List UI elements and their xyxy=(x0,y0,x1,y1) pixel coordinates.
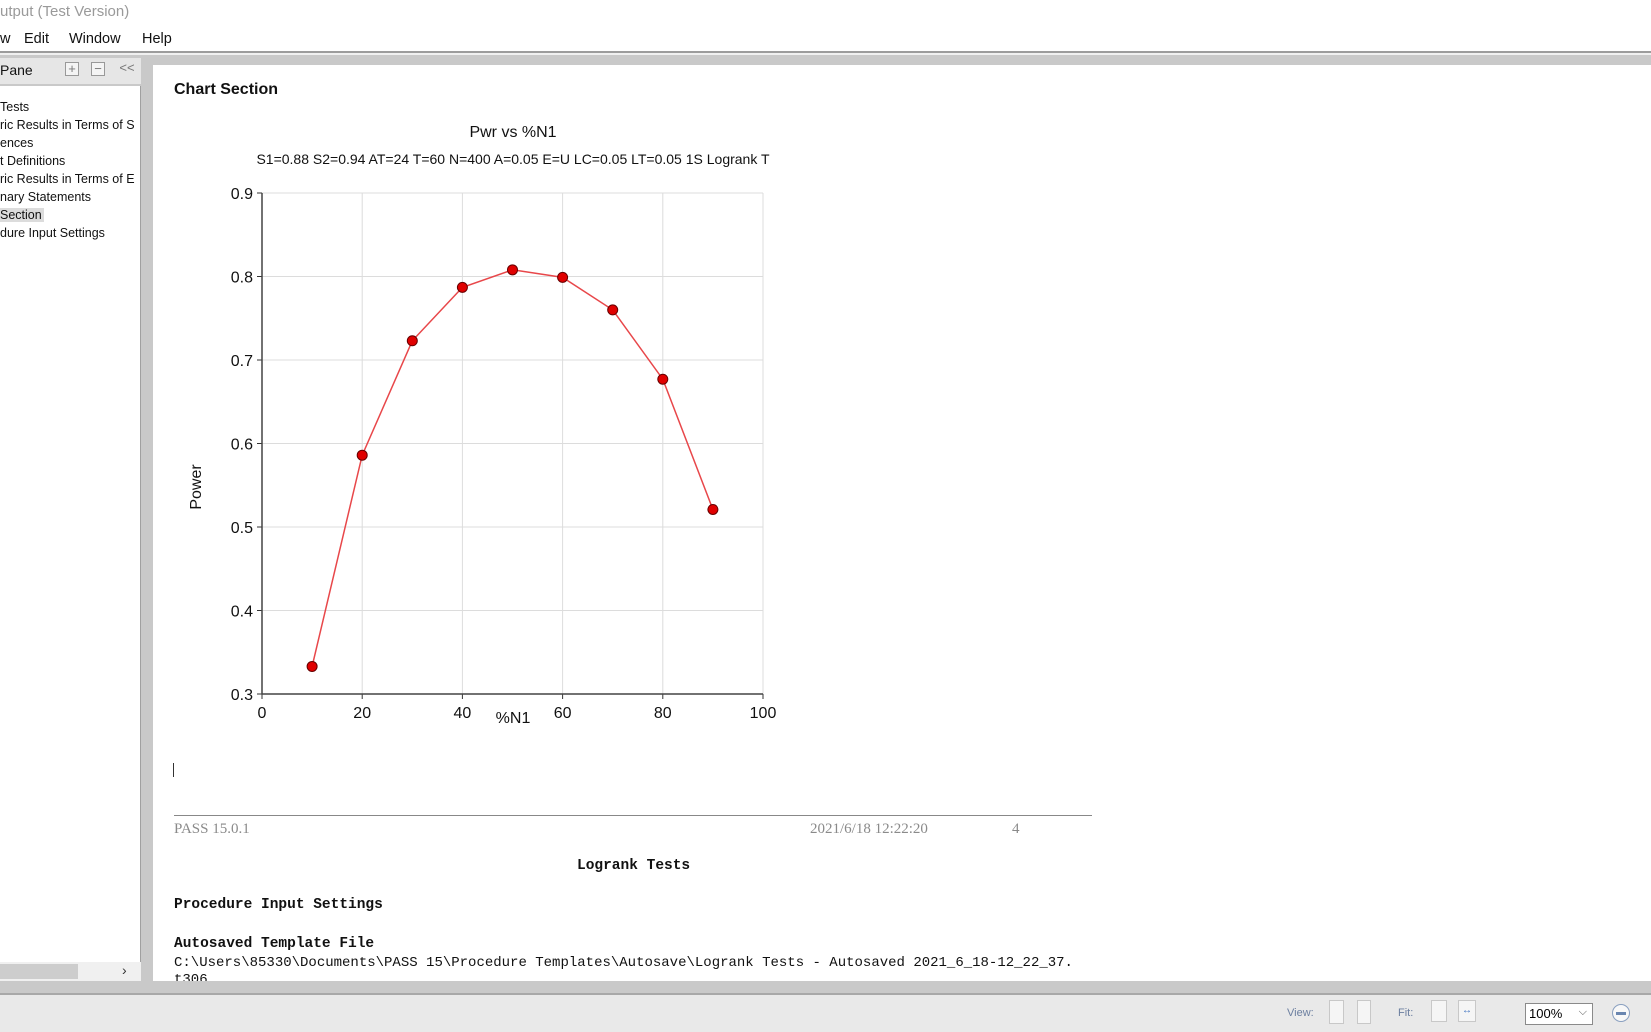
menu-bar: w Edit Window Help xyxy=(0,27,1651,53)
menu-view[interactable]: w xyxy=(0,31,10,47)
tree-item[interactable]: dure Input Settings xyxy=(0,226,105,240)
data-point xyxy=(507,264,518,276)
x-tick-label: 40 xyxy=(454,705,472,722)
chevron-down-icon: ⌵ xyxy=(1578,1006,1587,1018)
menu-edit[interactable]: Edit xyxy=(24,31,49,47)
page-footer-rule xyxy=(174,815,1092,816)
report-title: Logrank Tests xyxy=(577,858,691,874)
section-title: Chart Section xyxy=(174,81,279,98)
scroll-right-icon[interactable]: › xyxy=(122,962,127,978)
expand-all-icon[interactable]: + xyxy=(65,62,79,76)
menu-window[interactable]: Window xyxy=(69,31,121,47)
hide-pane-icon[interactable]: << xyxy=(116,61,138,76)
menu-help[interactable]: Help xyxy=(142,31,172,47)
data-point xyxy=(707,503,719,515)
text-cursor xyxy=(173,763,174,777)
data-point xyxy=(406,335,418,347)
collapse-all-icon[interactable]: − xyxy=(91,62,105,76)
autosave-path: C:\Users\85330\Documents\PASS 15\Procedu… xyxy=(174,955,1073,971)
pane-horizontal-scrollbar[interactable]: › xyxy=(0,962,141,981)
view-stacked-icon[interactable] xyxy=(1329,1000,1344,1024)
x-tick-label: 0 xyxy=(258,705,267,722)
tree-item[interactable]: ric Results in Terms of E xyxy=(0,172,135,186)
y-tick-label: 0.4 xyxy=(231,604,253,621)
status-bar: View: Fit: ↔ 100% ⌵ xyxy=(0,993,1651,1032)
window-title: utput (Test Version) xyxy=(0,3,130,20)
title-bar: utput (Test Version) xyxy=(0,0,1651,27)
pane-title: Pane xyxy=(0,62,33,78)
y-tick-label: 0.8 xyxy=(231,270,253,287)
footer-date: 2021/6/18 12:22:20 xyxy=(810,821,928,837)
document-view: Chart Section Pwr vs %N1 S1=0.88 S2=0.94… xyxy=(153,65,1651,981)
tree-item[interactable]: ric Results in Terms of S xyxy=(0,118,135,132)
footer-page-number: 4 xyxy=(1012,821,1020,837)
data-point xyxy=(456,281,468,293)
power-chart: Pwr vs %N1 S1=0.88 S2=0.94 AT=24 T=60 N=… xyxy=(188,124,777,727)
x-tick-label: 20 xyxy=(353,705,371,722)
y-tick-label: 0.5 xyxy=(231,520,253,537)
chart-title: Pwr vs %N1 xyxy=(469,124,556,141)
tree-item-selected[interactable]: Section xyxy=(0,208,44,222)
footer-version: PASS 15.0.1 xyxy=(174,821,250,837)
y-tick-label: 0.9 xyxy=(231,186,253,203)
y-axis-label: Power xyxy=(188,464,205,510)
data-point xyxy=(557,271,569,283)
x-tick-label: 80 xyxy=(654,705,672,722)
data-point xyxy=(607,304,619,316)
data-point xyxy=(657,373,669,385)
fit-width-icon[interactable]: ↔ xyxy=(1458,1000,1476,1022)
data-point xyxy=(356,449,368,461)
navigation-pane-header: Pane + − << xyxy=(0,58,141,84)
section-heading: Procedure Input Settings xyxy=(174,897,383,913)
y-tick-label: 0.3 xyxy=(231,687,253,704)
tree-item[interactable]: Tests xyxy=(0,100,29,114)
zoom-value: 100% xyxy=(1529,1006,1563,1021)
x-tick-label: 60 xyxy=(554,705,572,722)
tree-item[interactable]: nary Statements xyxy=(0,190,91,204)
autosave-path-continued: t306 xyxy=(174,972,208,981)
y-tick-label: 0.6 xyxy=(231,437,253,454)
tree-item[interactable]: ences xyxy=(0,136,33,150)
data-point xyxy=(306,660,318,672)
view-single-icon[interactable] xyxy=(1357,1000,1371,1024)
series-line xyxy=(311,269,714,667)
scrollbar-thumb[interactable] xyxy=(0,964,78,979)
fit-page-icon[interactable] xyxy=(1431,1000,1447,1022)
zoom-select[interactable]: 100% ⌵ xyxy=(1525,1003,1593,1025)
navigation-tree: Tests ric Results in Terms of S ences t … xyxy=(0,86,141,962)
chart-subtitle: S1=0.88 S2=0.94 AT=24 T=60 N=400 A=0.05 … xyxy=(256,151,770,167)
tree-item[interactable]: t Definitions xyxy=(0,154,65,168)
x-tick-label: 100 xyxy=(750,705,777,722)
autosave-heading: Autosaved Template File xyxy=(174,936,375,952)
y-tick-label: 0.7 xyxy=(231,353,253,370)
x-axis-label: %N1 xyxy=(496,710,531,727)
view-label: View: xyxy=(1287,1007,1314,1019)
zoom-out-icon[interactable] xyxy=(1612,1004,1630,1022)
fit-label: Fit: xyxy=(1398,1007,1414,1019)
